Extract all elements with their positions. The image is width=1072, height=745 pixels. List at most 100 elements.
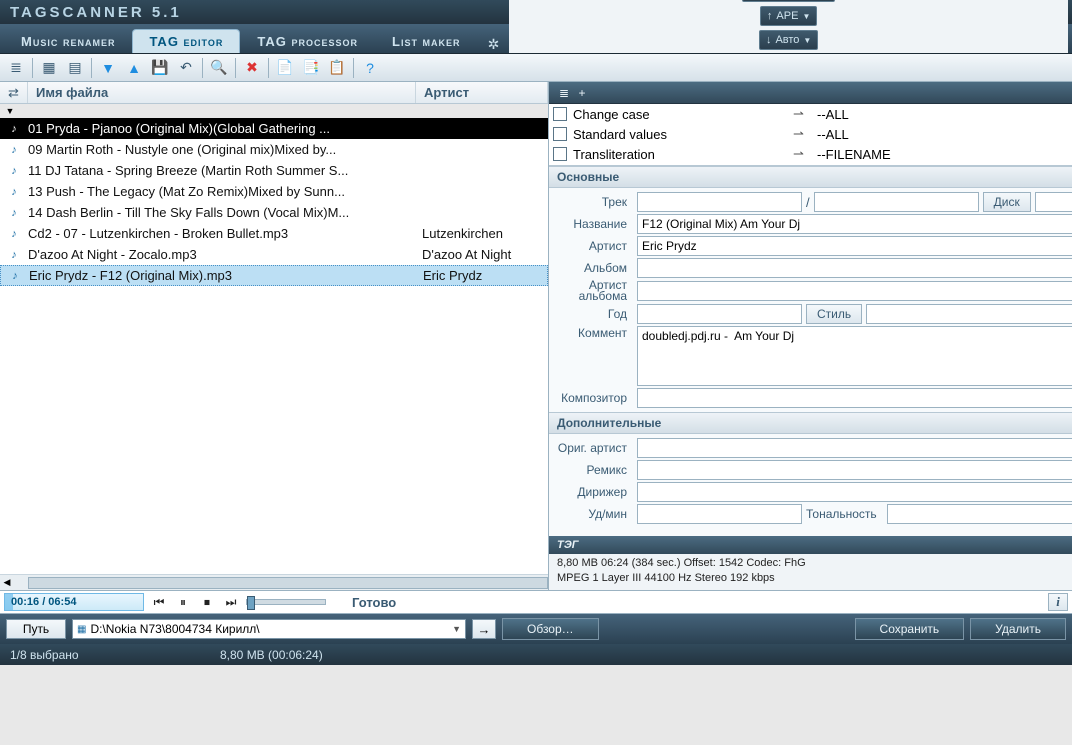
- prev-icon[interactable]: ⏮: [150, 593, 168, 611]
- file-artist: Eric Prydz: [417, 268, 547, 283]
- tab-list-maker[interactable]: List maker: [375, 29, 478, 53]
- collapse-triangle-icon[interactable]: ▼: [0, 104, 20, 118]
- track-input[interactable]: [637, 192, 802, 212]
- list-icon[interactable]: ≣: [555, 86, 573, 100]
- volume-slider[interactable]: [246, 599, 326, 605]
- file-icon: ♪: [1, 270, 29, 282]
- browse-button[interactable]: Обзор…: [502, 618, 599, 640]
- file-row[interactable]: ♪14 Dash Berlin - Till The Sky Falls Dow…: [0, 202, 548, 223]
- file-row[interactable]: ♪13 Push - The Legacy (Mat Zo Remix)Mixe…: [0, 181, 548, 202]
- album-input[interactable]: [637, 258, 1072, 278]
- new-doc-icon[interactable]: 📄: [273, 57, 297, 79]
- transform-row[interactable]: Standard values ⇀ --ALL: [549, 124, 1072, 144]
- disc-button[interactable]: Диск: [983, 192, 1031, 212]
- file-row[interactable]: ♪11 DJ Tatana - Spring Breeze (Martin Ro…: [0, 160, 548, 181]
- group-main-header[interactable]: Основные □ ⌄: [549, 166, 1072, 188]
- title-input[interactable]: [637, 214, 1072, 234]
- arrow-icon: ⇀: [793, 146, 817, 162]
- ape-dropdown[interactable]: ↑ APE▼: [760, 6, 817, 26]
- checkbox[interactable]: [553, 107, 567, 121]
- extra-fields: Ориг. артист Ремикс Дирижер Уд/мин Тонал…: [549, 434, 1072, 536]
- undo-icon[interactable]: ↶: [174, 57, 198, 79]
- clear-icon[interactable]: ✖: [240, 57, 264, 79]
- file-icon: ♪: [0, 228, 28, 240]
- tab-tag-editor[interactable]: TAG editor: [132, 29, 240, 53]
- orig-artist-input[interactable]: [637, 438, 1072, 458]
- file-row[interactable]: ♪09 Martin Roth - Nustyle one (Original …: [0, 139, 548, 160]
- tag-label: ТЭГ: [557, 539, 579, 551]
- file-icon: ♪: [0, 186, 28, 198]
- arrow-icon: ⇀: [793, 106, 817, 122]
- track-total-input[interactable]: [814, 192, 979, 212]
- tab-music-renamer[interactable]: Music renamer: [4, 29, 132, 53]
- help-icon[interactable]: ?: [358, 57, 382, 79]
- time-progress[interactable]: 00:16 / 06:54: [4, 593, 144, 611]
- toolbar: ≣ ▦ ▤ ▼ ▲ 💾 ↶ 🔍 ✖ 📄 📑 📋 ?: [0, 54, 1072, 82]
- file-icon: ♪: [0, 207, 28, 219]
- file-name: 13 Push - The Legacy (Mat Zo Remix)Mixed…: [28, 184, 416, 199]
- file-row[interactable]: ♪Eric Prydz - F12 (Original Mix).mp3Eric…: [0, 265, 548, 286]
- transform-row[interactable]: Change case ⇀ --ALL: [549, 104, 1072, 124]
- pause-icon[interactable]: ⏸: [174, 593, 192, 611]
- transform-row[interactable]: Transliteration ⇀ --FILENAME: [549, 144, 1072, 164]
- horizontal-scrollbar[interactable]: ◀: [0, 574, 548, 590]
- tiles-icon[interactable]: ▤: [63, 57, 87, 79]
- genre-button[interactable]: Стиль: [806, 304, 862, 324]
- artist-input[interactable]: [637, 236, 1072, 256]
- auto-dropdown[interactable]: ↓ Авто▼: [759, 30, 818, 50]
- save-icon[interactable]: 💾: [148, 57, 172, 79]
- checkbox[interactable]: [553, 127, 567, 141]
- path-bar: Путь ▦ D:\Nokia N73\8004734 Кирилл\ ▼ → …: [0, 614, 1072, 644]
- key-input[interactable]: [887, 504, 1072, 524]
- group-extra-header[interactable]: Дополнительные ⌄: [549, 412, 1072, 434]
- list-view-icon[interactable]: ≣: [4, 57, 28, 79]
- disc-input[interactable]: [1035, 192, 1072, 212]
- file-icon: ♪: [0, 165, 28, 177]
- next-icon[interactable]: ⏭: [222, 593, 240, 611]
- file-row[interactable]: ♪01 Pryda - Pjanoo (Original Mix)(Global…: [0, 118, 548, 139]
- path-field[interactable]: ▦ D:\Nokia N73\8004734 Кирилл\ ▼: [72, 619, 466, 639]
- app-name: TAGSCANNER 5.1: [4, 4, 182, 21]
- track-label: Трек: [551, 195, 633, 209]
- file-list-header: ⇄ Имя файла Артист: [0, 82, 548, 104]
- shuffle-icon[interactable]: ⇄: [0, 82, 28, 103]
- file-row[interactable]: ♪D'azoo At Night - Zocalo.mp3D'azoo At N…: [0, 244, 548, 265]
- file-name: 14 Dash Berlin - Till The Sky Falls Down…: [28, 205, 416, 220]
- transform-list: Change case ⇀ --ALL Standard values ⇀ --…: [549, 104, 1072, 166]
- album-label: Альбом: [551, 261, 633, 275]
- add-icon[interactable]: +: [573, 86, 591, 100]
- resize-mode-dropdown[interactable]: ⤢ Не менять▼: [742, 0, 834, 2]
- go-button[interactable]: →: [472, 619, 496, 639]
- tab-tag-processor[interactable]: TAG processor: [240, 29, 375, 53]
- down-icon[interactable]: ▼: [96, 57, 120, 79]
- remix-input[interactable]: [637, 460, 1072, 480]
- file-row[interactable]: ♪Cd2 - 07 - Lutzenkirchen - Broken Bulle…: [0, 223, 548, 244]
- delete-button[interactable]: Удалить: [970, 618, 1066, 640]
- col-filename[interactable]: Имя файла: [28, 82, 416, 103]
- chevron-down-icon[interactable]: ▼: [452, 624, 461, 634]
- settings-icon[interactable]: ✲: [478, 36, 510, 53]
- paste-icon[interactable]: 📋: [325, 57, 349, 79]
- save-button[interactable]: Сохранить: [855, 618, 965, 640]
- copy-icon[interactable]: 📑: [299, 57, 323, 79]
- year-input[interactable]: [637, 304, 802, 324]
- grid-icon[interactable]: ▦: [37, 57, 61, 79]
- up-icon[interactable]: ▲: [122, 57, 146, 79]
- comment-input[interactable]: [637, 326, 1072, 386]
- composer-label: Композитор: [551, 391, 633, 405]
- composer-input[interactable]: [637, 388, 1072, 408]
- conductor-input[interactable]: [637, 482, 1072, 502]
- conductor-label: Дирижер: [551, 485, 633, 499]
- checkbox[interactable]: [553, 147, 567, 161]
- album-artist-input[interactable]: [637, 281, 1072, 301]
- col-artist[interactable]: Артист: [416, 82, 548, 103]
- file-list[interactable]: ♪ 01 Pryda - Pjanoo (Original Mix)(Global…: [0, 118, 548, 574]
- search-icon[interactable]: 🔍: [207, 57, 231, 79]
- total-size: 8,80 MB (00:06:24): [220, 648, 323, 662]
- file-name: 01 Pryda - Pjanoo (Original Mix)(Global …: [28, 121, 416, 136]
- bpm-input[interactable]: [637, 504, 802, 524]
- file-name: D'azoo At Night - Zocalo.mp3: [28, 247, 416, 262]
- stop-icon[interactable]: ⏹: [198, 593, 216, 611]
- info-button[interactable]: i: [1048, 593, 1068, 611]
- genre-input[interactable]: [866, 304, 1072, 324]
